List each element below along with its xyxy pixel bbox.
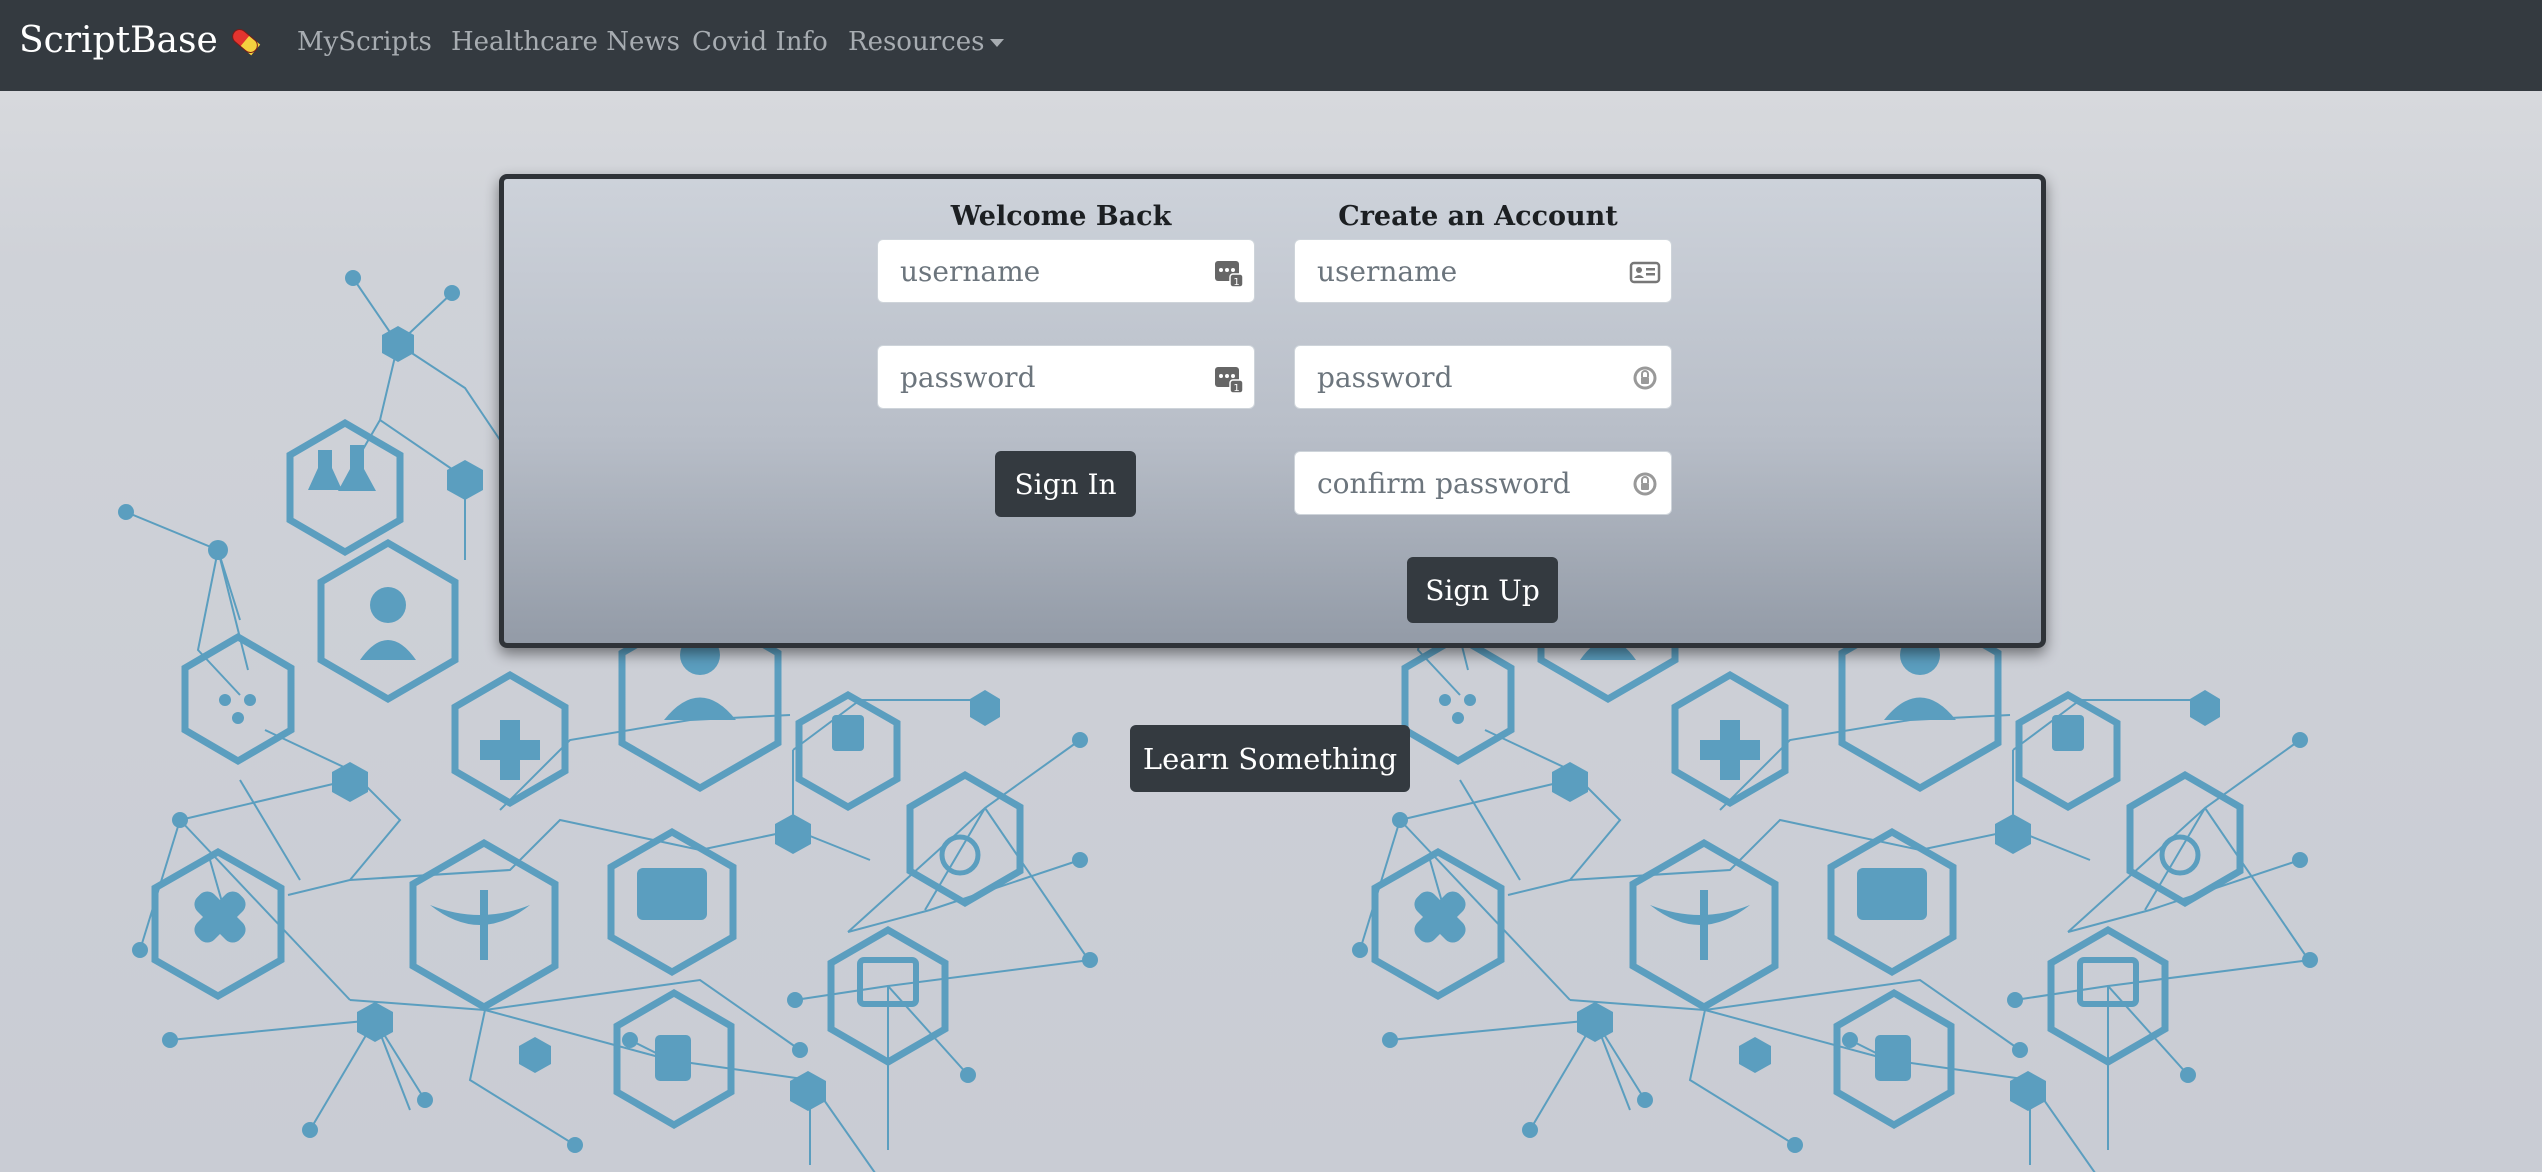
signup-title: Create an Account [1338, 201, 1618, 232]
brand[interactable]: ScriptBase [19, 20, 262, 61]
signin-username-input[interactable] [878, 240, 1208, 302]
sign-in-button[interactable]: Sign In [995, 451, 1136, 517]
learn-something-button[interactable]: Learn Something [1130, 725, 1410, 792]
auth-card: Welcome Back 1 1 Sign In Create an Accou… [499, 174, 2046, 648]
signup-username-field[interactable] [1294, 239, 1672, 303]
signin-username-field[interactable]: 1 [877, 239, 1255, 303]
sign-up-button[interactable]: Sign Up [1407, 557, 1558, 623]
navbar: ScriptBase MyScripts Healthcare News Cov… [0, 0, 2542, 91]
lock-icon [1633, 472, 1657, 496]
signup-password-input[interactable] [1295, 346, 1625, 408]
signin-password-input[interactable] [878, 346, 1208, 408]
nav-dropdown-label: Resources [848, 27, 985, 57]
chevron-down-icon [990, 39, 1005, 47]
nav-link-myscripts[interactable]: MyScripts [297, 27, 432, 57]
nav-dropdown-resources[interactable]: Resources [848, 27, 1005, 57]
signup-confirm-password-field[interactable] [1294, 451, 1672, 515]
signup-password-field[interactable] [1294, 345, 1672, 409]
nav-link-healthcare-news[interactable]: Healthcare News [451, 27, 680, 57]
signup-username-input[interactable] [1295, 240, 1625, 302]
password-manager-icon: 1 [1215, 367, 1244, 394]
signin-password-field[interactable]: 1 [877, 345, 1255, 409]
nav-link-covid-info[interactable]: Covid Info [692, 27, 828, 57]
pill-icon [231, 28, 260, 55]
lock-icon [1633, 366, 1657, 390]
brand-name: ScriptBase [19, 20, 218, 61]
id-card-icon [1629, 261, 1661, 284]
password-manager-icon: 1 [1215, 261, 1244, 288]
signin-title: Welcome Back [950, 201, 1172, 232]
svg-text:1: 1 [1233, 277, 1239, 288]
svg-text:1: 1 [1233, 383, 1239, 394]
signup-confirm-password-input[interactable] [1295, 452, 1625, 514]
